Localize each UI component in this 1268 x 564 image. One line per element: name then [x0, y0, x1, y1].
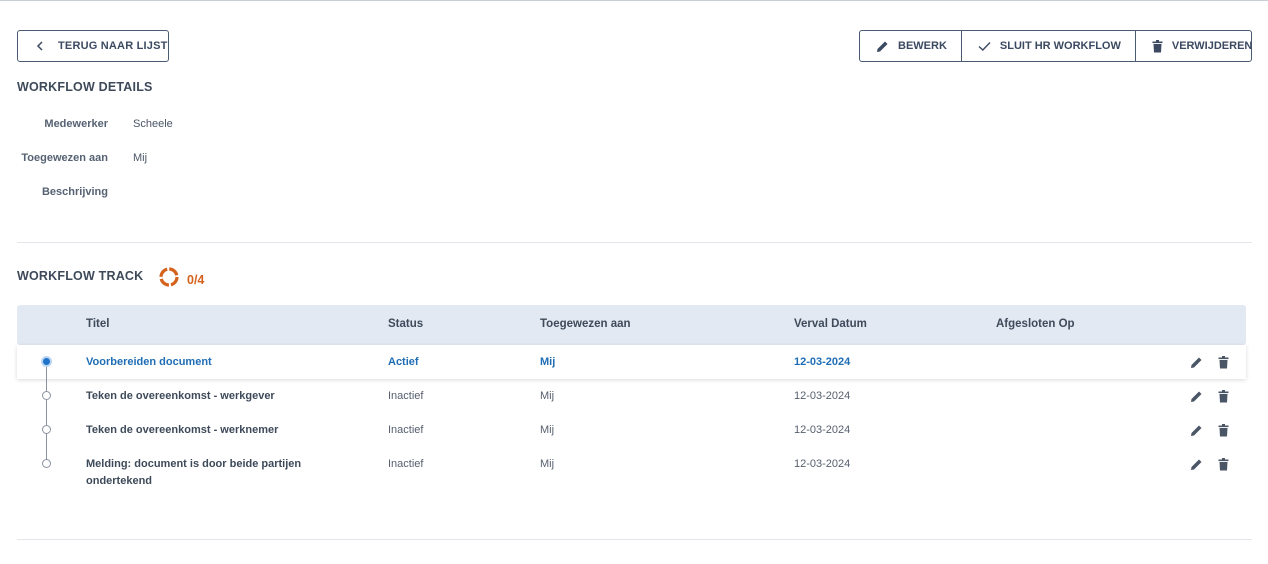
- edit-button[interactable]: BEWERK: [860, 31, 962, 61]
- column-header-status: Status: [388, 318, 424, 330]
- close-workflow-button[interactable]: SLUIT HR WORKFLOW: [962, 31, 1136, 61]
- task-title[interactable]: Melding: document is door beide partijen…: [86, 456, 321, 490]
- description-label: Beschrijving: [41, 186, 108, 198]
- delete-task-icon[interactable]: [1218, 390, 1229, 403]
- timeline-dot: [42, 425, 51, 434]
- employee-label: Medewerker: [44, 118, 108, 130]
- edit-task-icon[interactable]: [1190, 458, 1203, 471]
- timeline-dot: [42, 391, 51, 400]
- progress-count: 0/4: [187, 272, 205, 287]
- edit-task-icon[interactable]: [1190, 356, 1203, 369]
- task-assignee: Mij: [540, 424, 555, 436]
- task-assignee: Mij: [540, 390, 555, 402]
- timeline-dot-active: [41, 356, 52, 367]
- edit-task-icon[interactable]: [1190, 424, 1203, 437]
- progress-ring-icon: [158, 266, 180, 293]
- column-header-due-date: Verval Datum: [794, 318, 867, 330]
- column-header-assignee: Toegewezen aan: [540, 318, 631, 330]
- column-header-title: Titel: [86, 318, 110, 330]
- task-status: Inactief: [388, 458, 424, 470]
- top-divider: [0, 0, 1268, 2]
- table-row[interactable]: Teken de overeenkomst - werkgever Inacti…: [17, 379, 1246, 413]
- employee-value: Scheele: [133, 118, 173, 130]
- timeline-line: [46, 362, 47, 464]
- action-button-group: BEWERK SLUIT HR WORKFLOW VERWIJDEREN: [859, 30, 1252, 62]
- table-header: Titel Status Toegewezen aan Verval Datum…: [17, 305, 1246, 345]
- assigned-to-label: Toegewezen aan: [21, 152, 108, 164]
- close-workflow-label: SLUIT HR WORKFLOW: [999, 40, 1121, 52]
- task-status: Inactief: [388, 424, 424, 436]
- task-due-date: 12-03-2024: [794, 424, 851, 436]
- task-title[interactable]: Voorbereiden document: [86, 354, 326, 371]
- delete-task-icon[interactable]: [1218, 458, 1229, 471]
- progress-indicator: 0/4: [158, 266, 204, 293]
- task-title[interactable]: Teken de overeenkomst - werknemer: [86, 422, 326, 439]
- trash-icon: [1152, 39, 1163, 53]
- table-row[interactable]: Teken de overeenkomst - werknemer Inacti…: [17, 413, 1246, 447]
- task-due-date: 12-03-2024: [794, 390, 851, 402]
- table-row[interactable]: Voorbereiden document Actief Mij 12-03-2…: [17, 345, 1246, 379]
- task-status: Inactief: [388, 390, 424, 402]
- delete-task-icon[interactable]: [1218, 356, 1229, 369]
- edit-label: BEWERK: [898, 40, 947, 52]
- workflow-details-title: WORKFLOW DETAILS: [17, 80, 153, 94]
- column-header-closed-on: Afgesloten Op: [996, 318, 1075, 330]
- delete-task-icon[interactable]: [1218, 424, 1229, 437]
- assigned-to-value: Mij: [133, 152, 148, 164]
- delete-workflow-label: VERWIJDEREN: [1171, 40, 1253, 52]
- delete-workflow-button[interactable]: VERWIJDEREN: [1136, 31, 1266, 61]
- timeline-dot: [42, 459, 51, 468]
- task-assignee: Mij: [540, 356, 556, 368]
- task-title[interactable]: Teken de overeenkomst - werkgever: [86, 388, 326, 405]
- task-due-date: 12-03-2024: [794, 356, 851, 368]
- pencil-icon: [876, 40, 889, 53]
- task-due-date: 12-03-2024: [794, 458, 851, 470]
- task-status: Actief: [388, 356, 419, 368]
- task-assignee: Mij: [540, 458, 555, 470]
- workflow-track-title: WORKFLOW TRACK: [17, 269, 144, 283]
- back-to-list-label: TERUG NAAR LIJST: [58, 40, 168, 52]
- bottom-divider: [17, 539, 1252, 540]
- back-to-list-button[interactable]: TERUG NAAR LIJST: [17, 30, 169, 62]
- table-row[interactable]: Melding: document is door beide partijen…: [17, 447, 1246, 497]
- edit-task-icon[interactable]: [1190, 390, 1203, 403]
- section-divider: [17, 242, 1252, 243]
- chevron-left-icon: [36, 41, 48, 51]
- check-icon: [978, 41, 991, 52]
